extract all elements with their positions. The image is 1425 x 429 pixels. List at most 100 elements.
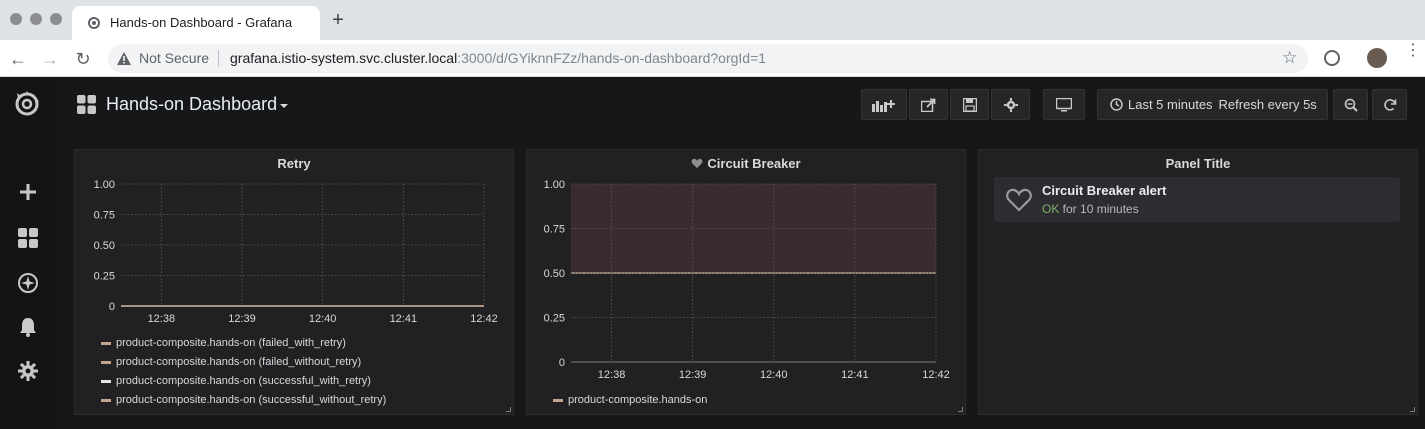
dashboards-icon[interactable] bbox=[16, 226, 40, 250]
settings-button[interactable] bbox=[991, 89, 1030, 120]
y-tick-label: 0.25 bbox=[94, 271, 115, 283]
refresh-button[interactable] bbox=[1372, 89, 1407, 120]
y-tick-label: 0.50 bbox=[544, 268, 565, 280]
legend-label: product-composite.hands-on (failed_with_… bbox=[116, 337, 346, 349]
legend-item[interactable]: product-composite.hands-on bbox=[553, 394, 707, 406]
panel-title[interactable]: Panel Title bbox=[979, 156, 1417, 171]
alert-item[interactable]: Circuit Breaker alert OK for 10 minutes bbox=[994, 177, 1400, 222]
zoom-out-icon bbox=[1344, 98, 1358, 112]
heart-alert-icon bbox=[691, 158, 703, 169]
bell-icon[interactable] bbox=[16, 315, 40, 339]
dashboard-title[interactable]: Hands-on Dashboard bbox=[106, 94, 277, 115]
circuit-breaker-panel: Circuit Breaker 1.00 0.75 0.50 0.25 0 12:38 12… bbox=[526, 149, 966, 415]
legend-label: product-composite.hands-on (failed_witho… bbox=[116, 356, 362, 368]
grafana-sidemenu bbox=[0, 78, 57, 429]
alert-name[interactable]: Circuit Breaker alert bbox=[1042, 183, 1166, 198]
zoom-out-button[interactable] bbox=[1333, 89, 1368, 120]
warning-icon bbox=[117, 52, 131, 65]
legend-swatch bbox=[553, 398, 563, 402]
new-tab-button[interactable]: + bbox=[328, 10, 348, 30]
url-text[interactable]: grafana.istio-system.svc.cluster.local:3… bbox=[230, 50, 766, 66]
grafana-logo-icon[interactable] bbox=[12, 89, 42, 119]
x-tick-label: 12:41 bbox=[390, 313, 418, 325]
plus-icon[interactable] bbox=[16, 180, 40, 204]
bookmark-star-icon[interactable]: ☆ bbox=[1282, 48, 1297, 68]
explore-compass-icon[interactable] bbox=[16, 271, 40, 295]
legend-item[interactable]: product-composite.hands-on (failed_with_… bbox=[101, 337, 346, 349]
panel-title-row[interactable]: Circuit Breaker bbox=[527, 156, 965, 171]
extension-icon[interactable] bbox=[1324, 50, 1340, 66]
alert-state-line: OK for 10 minutes bbox=[1042, 202, 1139, 216]
dashboard-grid-icon bbox=[77, 95, 96, 114]
url-divider bbox=[218, 50, 219, 67]
cycle-view-mode-button[interactable] bbox=[1043, 89, 1085, 120]
x-tick-label: 12:42 bbox=[922, 369, 950, 381]
x-tick-label: 12:41 bbox=[841, 369, 869, 381]
share-button[interactable] bbox=[909, 89, 948, 120]
reload-icon[interactable]: ↻ bbox=[73, 49, 93, 69]
grafana-favicon-icon bbox=[88, 17, 100, 29]
legend-label: product-composite.hands-on (successful_w… bbox=[116, 394, 387, 406]
url-host: grafana.istio-system.svc.cluster.local bbox=[230, 50, 458, 66]
y-tick-label: 0.75 bbox=[94, 210, 115, 222]
legend-item[interactable]: product-composite.hands-on (failed_witho… bbox=[101, 356, 361, 368]
legend-label: product-composite.hands-on (successful_w… bbox=[116, 375, 371, 387]
time-range-label: Last 5 minutes bbox=[1128, 97, 1213, 112]
maximize-window-button[interactable] bbox=[50, 13, 62, 25]
legend-swatch bbox=[101, 398, 111, 402]
x-tick-label: 12:39 bbox=[228, 313, 256, 325]
panel-resize-handle[interactable] bbox=[506, 407, 511, 412]
alert-list-panel: Panel Title Circuit Breaker alert OK for… bbox=[978, 149, 1418, 415]
browser-toolbar: ← → ↻ Not Secure grafana.istio-system.sv… bbox=[0, 40, 1425, 77]
panel-resize-handle[interactable] bbox=[1410, 407, 1415, 412]
panel-resize-handle[interactable] bbox=[958, 407, 963, 412]
minimize-window-button[interactable] bbox=[30, 13, 42, 25]
circuit-breaker-graph: 1.00 0.75 0.50 0.25 0 12:38 12:39 12:40 12:41 12:… bbox=[544, 179, 950, 381]
caret-down-icon[interactable] bbox=[280, 104, 288, 108]
refresh-interval-label: Refresh every 5s bbox=[1218, 97, 1317, 112]
tab-title: Hands-on Dashboard - Grafana bbox=[110, 15, 293, 30]
forward-arrow-icon[interactable]: → bbox=[40, 49, 60, 69]
url-path: :3000/d/GYiknnFZz/hands-on-dashboard?org… bbox=[457, 50, 767, 66]
retry-panel: Retry 1.00 0.75 0.50 0.25 0 12:38 12:39 12:40 12… bbox=[74, 149, 514, 415]
browser-tab[interactable]: Hands-on Dashboard - Grafana bbox=[72, 6, 320, 40]
not-secure-label[interactable]: Not Secure bbox=[139, 50, 209, 66]
y-tick-label: 1.00 bbox=[544, 179, 565, 191]
browser-menu-icon[interactable]: ⋮ bbox=[1405, 43, 1421, 59]
clock-icon bbox=[1110, 98, 1123, 111]
browser-tab-bar: Hands-on Dashboard - Grafana + bbox=[0, 0, 1425, 40]
alert-state: OK bbox=[1042, 202, 1060, 216]
heart-icon bbox=[1006, 188, 1032, 212]
x-tick-label: 12:40 bbox=[309, 313, 337, 325]
panel-title: Circuit Breaker bbox=[707, 156, 801, 171]
y-tick-label: 0 bbox=[559, 357, 565, 369]
legend-label: product-composite.hands-on bbox=[568, 394, 708, 406]
add-panel-button[interactable] bbox=[861, 89, 907, 120]
x-tick-label: 12:40 bbox=[760, 369, 788, 381]
time-picker-button[interactable]: Last 5 minutes Refresh every 5s bbox=[1097, 89, 1328, 120]
address-bar[interactable]: Not Secure grafana.istio-system.svc.clus… bbox=[108, 44, 1308, 73]
share-icon bbox=[921, 98, 936, 112]
save-button[interactable] bbox=[950, 89, 989, 120]
gear-icon bbox=[1003, 97, 1018, 112]
tv-icon bbox=[1056, 97, 1072, 111]
profile-avatar[interactable] bbox=[1367, 48, 1387, 68]
gear-icon[interactable] bbox=[16, 359, 40, 383]
legend-swatch bbox=[101, 341, 111, 345]
retry-graph: 1.00 0.75 0.50 0.25 0 12:38 12:39 12:40 12:41 12:… bbox=[94, 179, 498, 325]
x-tick-label: 12:38 bbox=[598, 369, 626, 381]
x-tick-label: 12:39 bbox=[679, 369, 707, 381]
legend-swatch bbox=[101, 379, 111, 383]
close-window-button[interactable] bbox=[10, 13, 22, 25]
y-tick-label: 1.00 bbox=[94, 179, 115, 191]
legend-item[interactable]: product-composite.hands-on (successful_w… bbox=[101, 375, 371, 387]
y-tick-label: 0.75 bbox=[544, 224, 565, 236]
save-icon bbox=[962, 97, 977, 112]
x-tick-label: 12:42 bbox=[470, 313, 498, 325]
legend-swatch bbox=[101, 360, 111, 364]
panel-title[interactable]: Retry bbox=[75, 156, 513, 171]
y-tick-label: 0 bbox=[109, 301, 115, 313]
legend-item[interactable]: product-composite.hands-on (successful_w… bbox=[101, 394, 386, 406]
x-tick-label: 12:38 bbox=[148, 313, 176, 325]
back-arrow-icon[interactable]: ← bbox=[8, 49, 28, 69]
